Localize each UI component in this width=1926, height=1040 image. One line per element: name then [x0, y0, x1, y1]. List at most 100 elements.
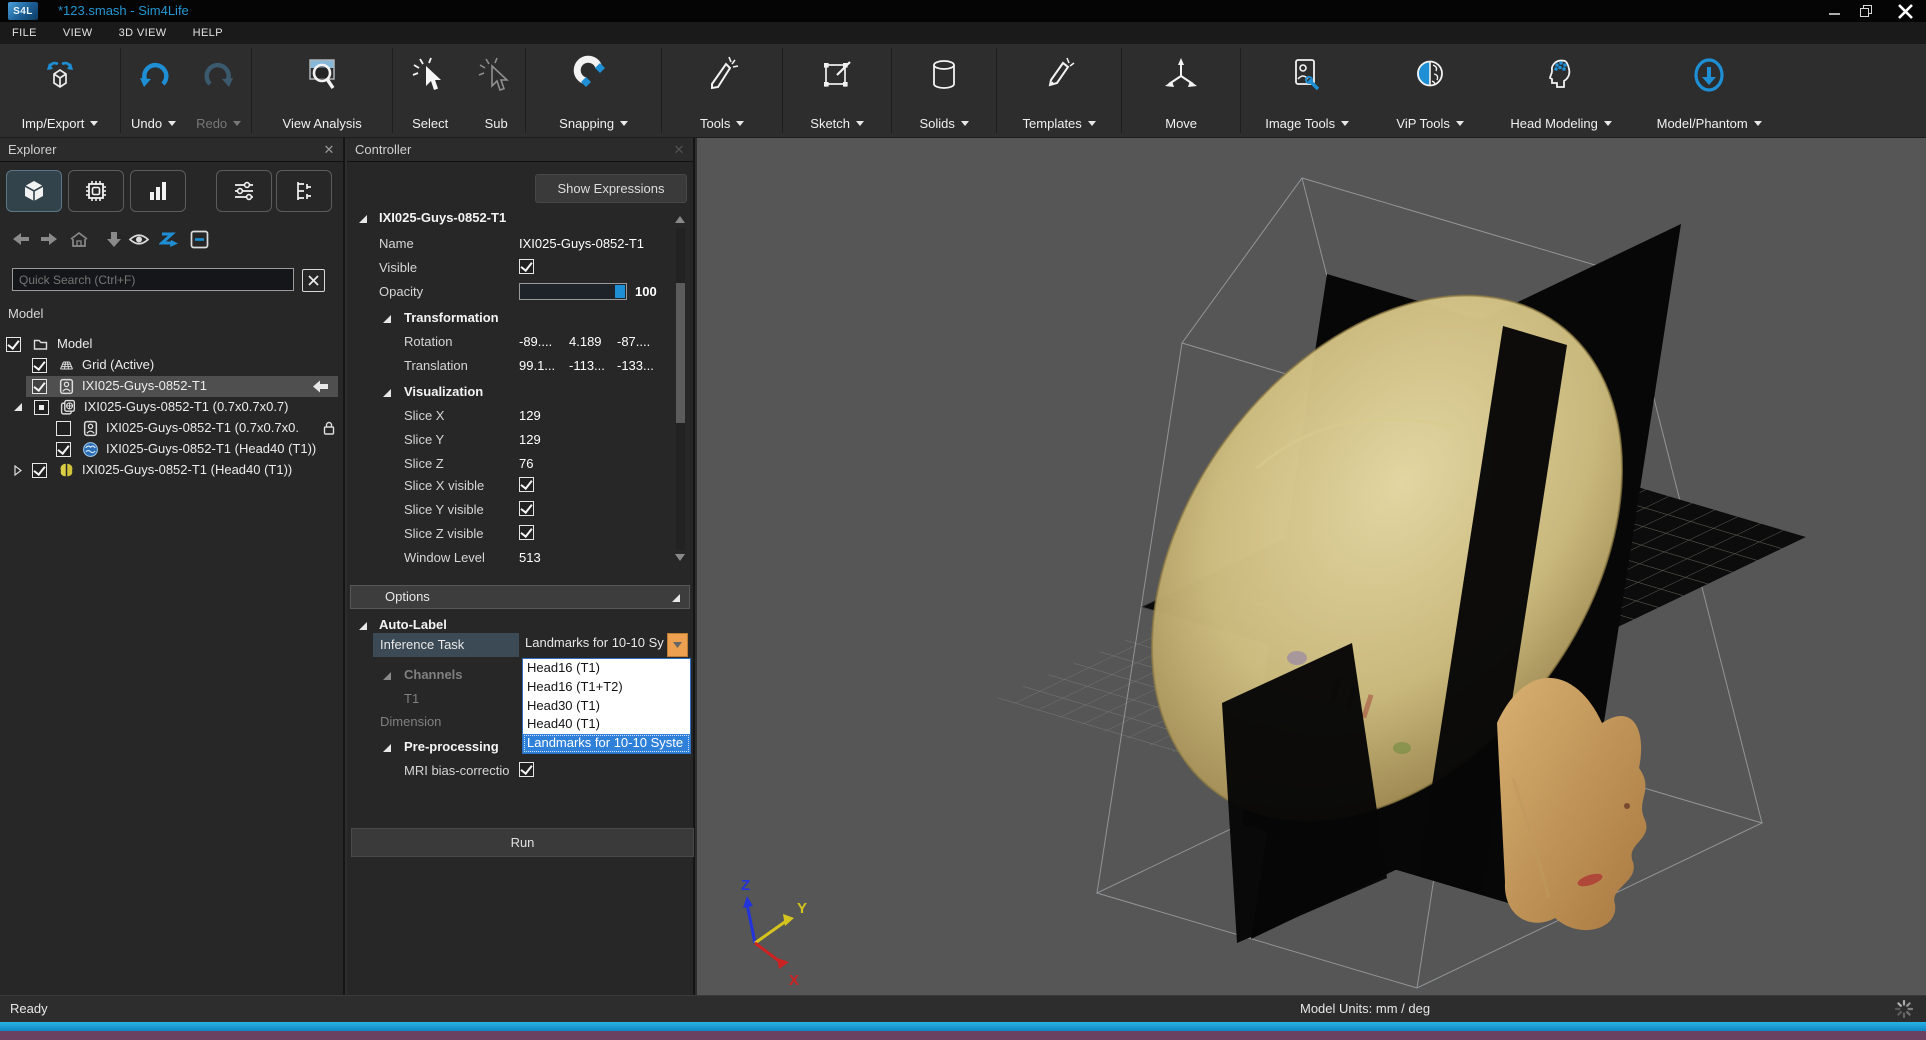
- toolbar-button-snapping[interactable]: Snapping: [526, 44, 661, 137]
- back-icon[interactable]: [10, 230, 32, 248]
- inference-task-dropdown-button[interactable]: [667, 633, 688, 657]
- slice-z-visible-checkbox[interactable]: [519, 525, 534, 540]
- expander-expanded-icon[interactable]: [13, 402, 23, 412]
- close-button[interactable]: [1888, 0, 1922, 22]
- preprocessing-expander-icon[interactable]: [382, 743, 392, 753]
- visibility-checkbox[interactable]: [56, 421, 71, 436]
- controller-close-icon[interactable]: ✕: [671, 142, 687, 158]
- mri-bias-correction-checkbox[interactable]: [519, 762, 534, 777]
- menu-help[interactable]: HELP: [193, 27, 223, 39]
- slice-y-visible-checkbox[interactable]: [519, 501, 534, 516]
- toolbar-button-solids[interactable]: Solids: [892, 44, 996, 137]
- menu-file[interactable]: FILE: [12, 27, 37, 39]
- section-expander-icon[interactable]: [358, 214, 368, 224]
- scrollbar-thumb[interactable]: [676, 283, 685, 423]
- tab-properties-view[interactable]: [216, 170, 272, 212]
- home-icon[interactable]: [68, 230, 90, 248]
- collapse-all-icon[interactable]: [188, 230, 210, 248]
- dimension-label: Dimension: [380, 714, 441, 734]
- rotation-y-value[interactable]: 4.189: [569, 334, 602, 349]
- slice-y-value[interactable]: 129: [519, 432, 541, 447]
- explorer-close-icon[interactable]: ✕: [321, 142, 337, 158]
- minimize-button[interactable]: [1820, 0, 1848, 22]
- opacity-slider[interactable]: [519, 283, 627, 300]
- dropdown-option[interactable]: Head16 (T1+T2): [523, 678, 690, 697]
- tree-row-head40-surface[interactable]: IXI025-Guys-0852-T1 (Head40 (T1)): [0, 460, 345, 481]
- tree-row-resampled-locked[interactable]: IXI025-Guys-0852-T1 (0.7x0.7x0.: [0, 418, 345, 439]
- zoom-to-selection-icon[interactable]: [158, 230, 180, 248]
- forward-icon[interactable]: [38, 230, 60, 248]
- toolbar-button-move[interactable]: Move: [1122, 44, 1240, 137]
- visible-checkbox[interactable]: [519, 259, 534, 274]
- section-expander-icon[interactable]: [382, 314, 392, 324]
- tree-row-head40-labelfield[interactable]: IXI025-Guys-0852-T1 (Head40 (T1)): [0, 439, 345, 460]
- section-expander-icon[interactable]: [382, 388, 392, 398]
- clear-search-button[interactable]: [302, 269, 325, 292]
- expander-collapsed-icon[interactable]: [13, 465, 23, 476]
- run-button[interactable]: Run: [351, 828, 694, 857]
- name-value[interactable]: IXI025-Guys-0852-T1: [519, 236, 644, 251]
- translation-z-value[interactable]: -133...: [617, 358, 654, 373]
- toolbar-button-vip-tools[interactable]: ViP Tools: [1373, 44, 1487, 137]
- toolbar-button-image-tools[interactable]: Image Tools: [1241, 44, 1373, 137]
- menu-3d-view[interactable]: 3D VIEW: [119, 27, 167, 39]
- visibility-checkbox-partial[interactable]: [34, 400, 49, 415]
- slice-z-value[interactable]: 76: [519, 456, 533, 471]
- explorer-panel-header[interactable]: Explorer ✕: [0, 138, 343, 162]
- visibility-eye-icon[interactable]: [128, 230, 150, 248]
- scroll-down-icon[interactable]: [674, 552, 686, 562]
- tree-row-image-selected[interactable]: IXI025-Guys-0852-T1: [0, 376, 345, 397]
- rotation-z-value[interactable]: -87....: [617, 334, 650, 349]
- inference-task-value[interactable]: Landmarks for 10-10 Sy: [525, 635, 664, 650]
- toolbar-button-templates[interactable]: Templates: [997, 44, 1121, 137]
- controller-panel-header[interactable]: Controller ✕: [347, 138, 693, 162]
- tree-row-model[interactable]: Model: [0, 334, 345, 355]
- visibility-checkbox[interactable]: [32, 358, 47, 373]
- tree-row-resampled[interactable]: IXI025-Guys-0852-T1 (0.7x0.7x0.7): [0, 397, 345, 418]
- channels-expander-icon[interactable]: [382, 671, 392, 681]
- toolbar-button-head-modeling[interactable]: Head Modeling: [1487, 44, 1635, 137]
- slice-z-visible-label: Slice Z visible: [404, 526, 483, 546]
- dropdown-option-selected[interactable]: Landmarks for 10-10 Syste: [523, 734, 690, 753]
- toolbar-button-redo[interactable]: Redo: [186, 44, 251, 137]
- tab-hierarchy-view[interactable]: [276, 170, 332, 212]
- 3d-viewport[interactable]: Z Y X: [697, 138, 1926, 995]
- quick-search-input[interactable]: [12, 268, 294, 291]
- toolbar-button-select[interactable]: Select: [393, 44, 467, 137]
- dropdown-option[interactable]: Head40 (T1): [523, 715, 690, 734]
- translation-y-value[interactable]: -113...: [569, 358, 605, 373]
- tab-model-view[interactable]: [6, 170, 62, 212]
- toolbar-button-sketch[interactable]: Sketch: [783, 44, 891, 137]
- rotation-x-value[interactable]: -89....: [519, 334, 552, 349]
- section-expander-icon[interactable]: [358, 621, 368, 631]
- menu-view[interactable]: VIEW: [63, 27, 93, 39]
- show-expressions-button[interactable]: Show Expressions: [535, 174, 687, 203]
- visibility-checkbox[interactable]: [56, 442, 71, 457]
- tree-row-grid[interactable]: Grid (Active): [0, 355, 345, 376]
- visibility-checkbox[interactable]: [6, 337, 21, 352]
- tab-simulation-view[interactable]: [68, 170, 124, 212]
- opacity-slider-handle[interactable]: [615, 285, 625, 298]
- visibility-checkbox[interactable]: [32, 379, 47, 394]
- dropdown-option[interactable]: Head30 (T1): [523, 697, 690, 716]
- toolbar-button-imp-export[interactable]: Imp/Export: [0, 44, 120, 137]
- dropdown-option[interactable]: Head16 (T1): [523, 659, 690, 678]
- visibility-checkbox[interactable]: [32, 463, 47, 478]
- scroll-up-icon[interactable]: [674, 214, 686, 224]
- down-arrow-icon[interactable]: [103, 230, 125, 248]
- tab-analysis-view[interactable]: [130, 170, 186, 212]
- toolbar-button-view-analysis[interactable]: View Analysis: [252, 44, 392, 137]
- dropdown-caret-icon: [233, 121, 241, 126]
- toolbar-button-model-phantom[interactable]: Model/Phantom: [1635, 44, 1783, 137]
- slice-x-visible-checkbox[interactable]: [519, 477, 534, 492]
- toolbar-button-tools[interactable]: Tools: [662, 44, 782, 137]
- toolbar-button-undo[interactable]: Undo: [121, 44, 186, 137]
- controller-scrollbar[interactable]: [676, 228, 685, 550]
- toolbar-button-sub[interactable]: Sub: [467, 44, 525, 137]
- slice-x-value[interactable]: 129: [519, 408, 541, 423]
- translation-x-value[interactable]: 99.1...: [519, 358, 555, 373]
- window-level-value[interactable]: 513: [519, 550, 541, 565]
- restore-button[interactable]: [1852, 0, 1880, 22]
- controller-title: Controller: [355, 142, 411, 157]
- options-bar[interactable]: Options: [350, 585, 690, 609]
